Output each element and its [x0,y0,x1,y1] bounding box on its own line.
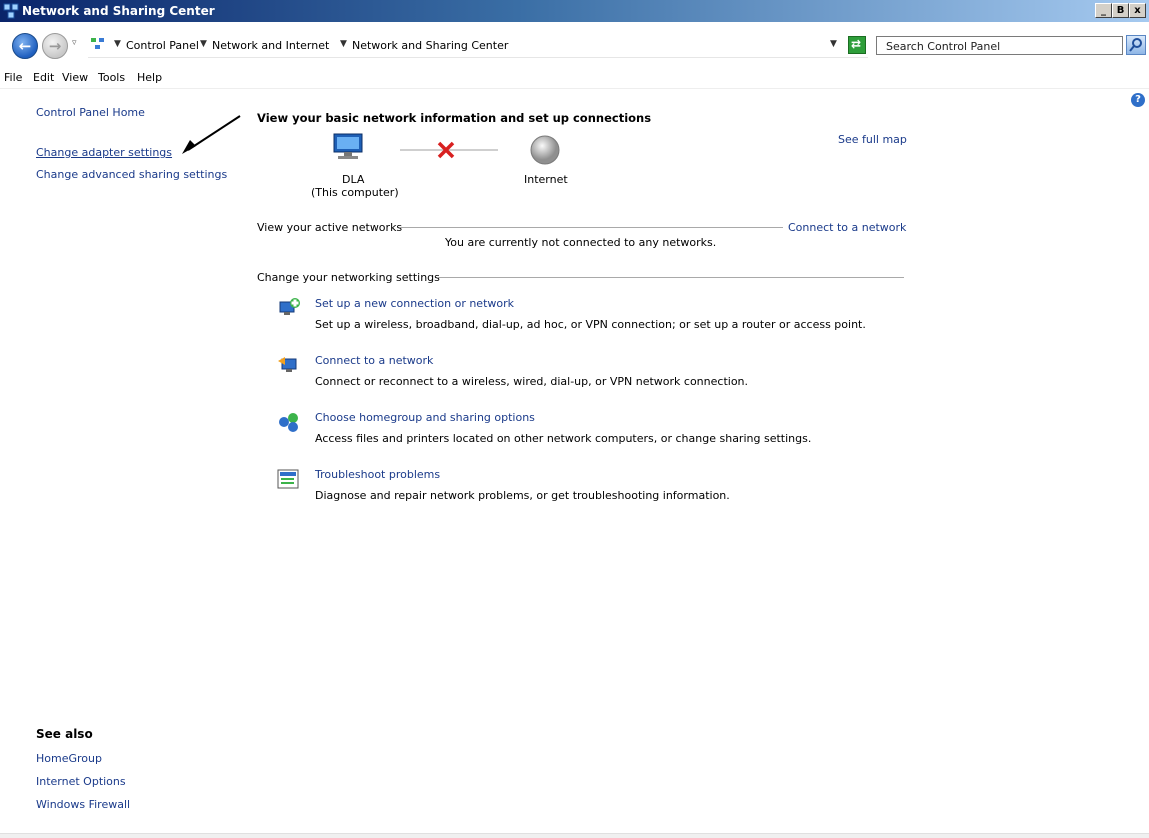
back-arrow-icon: ← [18,37,32,55]
menu-bar: File Edit View Tools Help [0,66,1149,89]
annotation-arrow [182,115,241,154]
troubleshoot-icon [277,469,299,489]
chevron-icon[interactable]: ▼ [340,39,347,49]
refresh-button[interactable]: ⇄ [848,36,866,54]
search-placeholder: Search Control Panel [886,40,1001,53]
chevron-icon[interactable]: ▼ [200,39,207,49]
menu-edit[interactable]: Edit [33,71,54,84]
connect-to-network-link[interactable]: Connect to a network [788,221,906,234]
chevron-icon[interactable]: ▼ [114,39,121,49]
search-input[interactable]: Search Control Panel [876,36,1123,55]
computer-name: DLA [342,173,365,186]
windows-firewall-link[interactable]: Windows Firewall [36,798,130,811]
internet-options-link[interactable]: Internet Options [36,775,126,788]
network-center-icon [3,3,19,19]
refresh-icon: ⇄ [851,37,862,51]
main-heading: View your basic network information and … [257,111,652,125]
recent-pages-chevron-icon[interactable]: ▿ [72,38,77,48]
computer-icon [333,133,363,159]
change-advanced-sharing-settings-link[interactable]: Change advanced sharing settings [36,168,227,181]
menu-file[interactable]: File [4,71,22,84]
disconnected-x-icon [437,141,455,159]
internet-globe-icon [530,135,560,165]
menu-help[interactable]: Help [137,71,162,84]
homegroup-icon [279,413,298,432]
task-title-homegroup[interactable]: Choose homegroup and sharing options [315,411,535,424]
see-full-map-link[interactable]: See full map [838,133,907,146]
connection-status: You are currently not connected to any n… [445,236,717,249]
task-title-connect-network[interactable]: Connect to a network [315,354,433,367]
connect-network-icon [278,357,297,372]
address-dropdown-icon[interactable]: ▼ [830,39,837,49]
task-description-connect-network: Connect or reconnect to a wireless, wire… [315,375,749,388]
minimize-button[interactable]: _ [1095,3,1112,18]
back-button[interactable]: ← [12,33,38,59]
search-icon [1129,38,1142,52]
networking-settings-label: Change your networking settings [257,271,440,284]
forward-button[interactable]: → [42,33,68,59]
section-divider [400,227,783,228]
task-title-new-connection[interactable]: Set up a new connection or network [315,297,514,310]
menu-tools[interactable]: Tools [98,71,125,84]
computer-sub-label: (This computer) [311,186,399,199]
breadcrumb-network-and-sharing-center[interactable]: Network and Sharing Center [352,39,508,52]
title-bar: Network and Sharing Center _ B x [0,0,1149,22]
active-networks-label: View your active networks [257,221,403,234]
breadcrumb-control-panel[interactable]: Control Panel [126,39,199,52]
task-description-new-connection: Set up a wireless, broadband, dial-up, a… [315,318,866,331]
menu-view[interactable]: View [62,71,88,84]
change-adapter-settings-link[interactable]: Change adapter settings [36,146,172,159]
forward-arrow-icon: → [48,37,62,55]
task-description-homegroup: Access files and printers located on oth… [315,432,812,445]
section-divider [438,277,904,278]
window-title: Network and Sharing Center [22,4,215,18]
task-description-troubleshoot: Diagnose and repair network problems, or… [315,489,730,502]
control-panel-home-link[interactable]: Control Panel Home [36,106,145,119]
restore-button[interactable]: B [1112,3,1129,18]
close-button[interactable]: x [1129,3,1146,18]
new-connection-icon [279,298,300,315]
homegroup-link[interactable]: HomeGroup [36,752,102,765]
task-title-troubleshoot[interactable]: Troubleshoot problems [315,468,440,481]
breadcrumb[interactable]: ▼ Control Panel ▼ Network and Internet ▼… [88,33,868,58]
internet-label: Internet [524,173,568,186]
network-breadcrumb-icon [91,38,104,49]
status-bar [0,833,1149,838]
help-icon[interactable]: ? [1131,93,1145,107]
breadcrumb-network-and-internet[interactable]: Network and Internet [212,39,329,52]
search-button[interactable] [1126,35,1146,55]
see-also-heading: See also [36,727,93,741]
